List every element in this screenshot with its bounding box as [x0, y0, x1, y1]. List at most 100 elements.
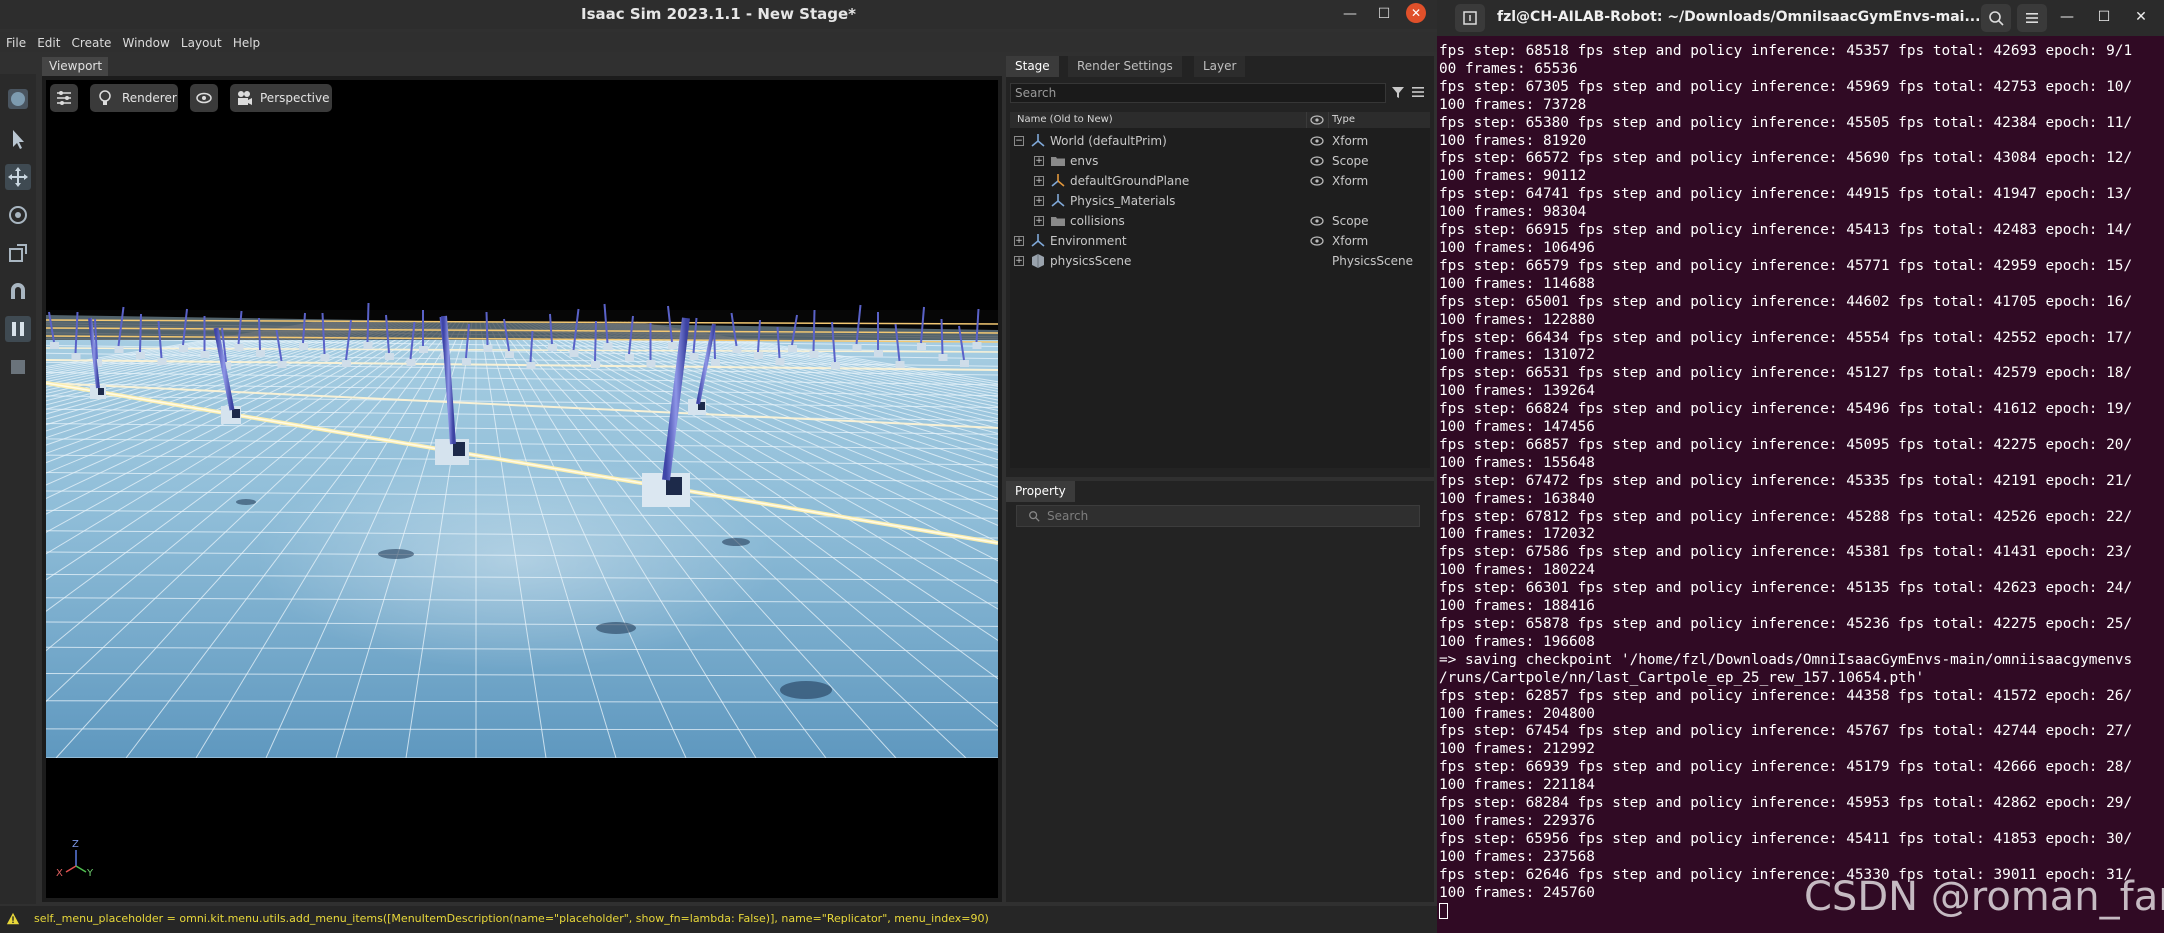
column-name-header[interactable]: Name (Old to New)	[1017, 114, 1113, 125]
move-tool-icon[interactable]	[5, 164, 31, 190]
filter-icon[interactable]	[1390, 84, 1406, 100]
terminal-line: fps step: 66579 fps step and policy infe…	[1439, 257, 2133, 274]
stage-search-input[interactable]: Search	[1010, 83, 1386, 103]
menu-lines-icon[interactable]	[1410, 84, 1426, 100]
visibility-eye-icon[interactable]	[1310, 175, 1324, 187]
hamburger-icon	[2026, 13, 2038, 23]
distant-cart	[526, 362, 536, 369]
tree-item-name: envs	[1070, 154, 1099, 168]
menu-edit[interactable]: Edit	[34, 33, 63, 53]
tree-row-collisions[interactable]: + collisions Scope	[1010, 211, 1430, 231]
terminal-line: fps step: 68284 fps step and policy infe…	[1439, 795, 2133, 812]
tab-render-settings[interactable]: Render Settings	[1068, 56, 1182, 77]
terminal-line: => saving checkpoint '/home/fzl/Download…	[1439, 651, 2133, 668]
maximize-button[interactable]: ☐	[1371, 3, 1397, 25]
menu-create[interactable]: Create	[69, 33, 115, 53]
column-type-header[interactable]: Type	[1332, 114, 1355, 125]
tab-viewport[interactable]: Viewport	[42, 57, 108, 76]
distant-cart	[277, 361, 287, 368]
terminal-minimize-button[interactable]: —	[2054, 6, 2080, 28]
expand-toggle-icon[interactable]: +	[1014, 256, 1024, 266]
terminal-maximize-button[interactable]: ☐	[2091, 6, 2117, 28]
distant-cart	[320, 354, 330, 361]
menu-window[interactable]: Window	[120, 33, 173, 53]
pause-icon[interactable]	[5, 316, 31, 342]
rotate-tool-icon[interactable]	[5, 202, 31, 228]
terminal-line: 100 frames: 98304	[1439, 204, 1587, 221]
visibility-eye-icon[interactable]	[1310, 235, 1324, 247]
terminal-output[interactable]: fps step: 68518 fps step and policy infe…	[1437, 43, 2164, 933]
stop-icon[interactable]	[5, 354, 31, 380]
distant-pole	[258, 317, 261, 351]
expand-toggle-icon[interactable]: +	[1034, 156, 1044, 166]
terminal-line: 100 frames: 114688	[1439, 275, 1595, 292]
tree-row-physicsscene[interactable]: + physicsScene PhysicsScene	[1010, 251, 1430, 271]
terminal-line: fps step: 66531 fps step and policy infe…	[1439, 365, 2133, 382]
distant-cart	[179, 345, 188, 352]
tab-property[interactable]: Property	[1006, 481, 1075, 502]
camera-button[interactable]: Perspective	[230, 84, 332, 112]
property-search-input[interactable]: Search	[1016, 505, 1420, 527]
expand-toggle-icon[interactable]: +	[1034, 196, 1044, 206]
menu-help[interactable]: Help	[230, 33, 263, 53]
viewport[interactable]: Z X Y Renderer Perspective	[46, 80, 998, 898]
tree-row-world-defaultprim[interactable]: − World (defaultPrim) Xform	[1010, 131, 1430, 151]
distant-cart	[342, 360, 351, 367]
search-icon	[1029, 511, 1040, 522]
visibility-eye-icon[interactable]	[1310, 135, 1324, 147]
xform-icon	[1030, 133, 1046, 149]
terminal-close-button[interactable]: ✕	[2128, 6, 2154, 28]
menu-layout[interactable]: Layout	[178, 33, 225, 53]
distant-cart	[591, 361, 600, 368]
tree-row-physics-materials[interactable]: + Physics_Materials	[1010, 191, 1430, 211]
tree-row-envs[interactable]: + envs Scope	[1010, 151, 1430, 171]
terminal-line: fps step: 65956 fps step and policy infe…	[1439, 830, 2133, 847]
sphere-tool-icon[interactable]	[5, 86, 31, 112]
new-tab-button[interactable]	[1455, 4, 1485, 32]
expand-toggle-icon[interactable]: −	[1014, 136, 1024, 146]
tab-layer[interactable]: Layer	[1194, 56, 1246, 77]
sliders-icon	[57, 91, 71, 105]
renderer-button[interactable]: Renderer	[90, 84, 178, 112]
tree-item-name: Physics_Materials	[1070, 194, 1176, 208]
viewport-settings-button[interactable]	[50, 84, 78, 112]
terminal-line: fps step: 62857 fps step and policy infe…	[1439, 687, 2133, 704]
terminal-menu-button[interactable]	[2017, 4, 2047, 32]
distant-cart	[363, 342, 373, 349]
expand-toggle-icon[interactable]: +	[1034, 176, 1044, 186]
terminal-line: fps step: 66434 fps step and policy infe…	[1439, 329, 2133, 346]
select-arrow-icon[interactable]	[5, 126, 31, 152]
visibility-button[interactable]	[190, 84, 218, 112]
camera-label: Perspective	[260, 91, 330, 105]
distant-pole	[139, 313, 142, 353]
menu-file[interactable]: File	[3, 33, 29, 53]
minimize-button[interactable]: —	[1337, 3, 1363, 25]
distant-cart	[788, 345, 797, 352]
snap-magnet-icon[interactable]	[5, 278, 31, 304]
tree-row-defaultgroundplane[interactable]: + defaultGroundPlane Xform	[1010, 171, 1430, 191]
distant-cart	[419, 346, 428, 353]
terminal-line: fps step: 67305 fps step and policy infe…	[1439, 78, 2133, 95]
close-button[interactable]: ✕	[1406, 3, 1426, 23]
tree-item-type: Xform	[1332, 174, 1369, 188]
scale-tool-icon[interactable]	[5, 240, 31, 266]
scene-render[interactable]: Z X Y	[46, 80, 998, 898]
tree-item-name: collisions	[1070, 214, 1125, 228]
xform-orange-icon	[1050, 173, 1066, 189]
expand-toggle-icon[interactable]: +	[1034, 216, 1044, 226]
distant-cart	[668, 342, 677, 349]
menu-bar: File Edit Create Window Layout Help	[0, 32, 1437, 52]
distant-cart	[938, 354, 948, 361]
visibility-eye-icon[interactable]	[1310, 215, 1324, 227]
tab-stage[interactable]: Stage	[1006, 56, 1059, 77]
stage-column-headers: Name (Old to New) Type	[1010, 112, 1430, 128]
visibility-eye-icon[interactable]	[1310, 155, 1324, 167]
tree-row-environment[interactable]: + Environment Xform	[1010, 231, 1430, 251]
eye-icon	[196, 92, 212, 104]
terminal-line: 100 frames: 180224	[1439, 562, 1595, 579]
expand-toggle-icon[interactable]: +	[1014, 236, 1024, 246]
bulb-icon	[99, 90, 111, 105]
terminal-line: 100 frames: 90112	[1439, 168, 1587, 185]
terminal-search-button[interactable]	[1981, 4, 2011, 32]
tree-item-name: physicsScene	[1050, 254, 1132, 268]
